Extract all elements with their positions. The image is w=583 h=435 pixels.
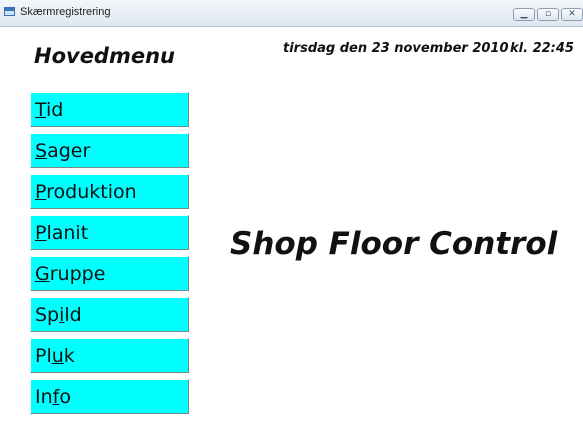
menu-button-planit[interactable]: Planit <box>30 215 189 250</box>
menu-button-pluk[interactable]: Pluk <box>30 338 189 373</box>
menu-button-produktion[interactable]: Produktion <box>30 174 189 209</box>
menu-button-info[interactable]: Info <box>30 379 189 414</box>
brand-title: Shop Floor Control <box>230 226 558 262</box>
menu-button-label: Tid <box>35 99 64 121</box>
menu-button-label: Info <box>35 386 71 408</box>
menu-button-sager[interactable]: Sager <box>30 133 189 168</box>
maximize-button[interactable]: ▫ <box>537 8 559 21</box>
menu-button-label: Pluk <box>35 345 75 367</box>
app-icon <box>4 7 15 16</box>
window-titlebar: Skærmregistrering ▁ ▫ ✕ <box>0 0 583 27</box>
menu-button-label: Produktion <box>35 181 137 203</box>
menu-button-label: Spild <box>35 304 82 326</box>
close-button[interactable]: ✕ <box>561 8 583 21</box>
menu-button-label: Sager <box>35 140 91 162</box>
menu-button-gruppe[interactable]: Gruppe <box>30 256 189 291</box>
menu-button-tid[interactable]: Tid <box>30 92 189 127</box>
date-label: tirsdag den 23 november 2010 <box>283 41 509 56</box>
page-title: Hovedmenu <box>34 44 175 68</box>
time-label: kl. 22:45 <box>510 41 574 56</box>
close-icon: ✕ <box>568 9 576 19</box>
minimize-button[interactable]: ▁ <box>513 8 535 21</box>
menu-button-label: Gruppe <box>35 263 106 285</box>
maximize-icon: ▫ <box>544 9 552 19</box>
minimize-icon: ▁ <box>520 9 528 19</box>
menu-button-spild[interactable]: Spild <box>30 297 189 332</box>
menu-button-label: Planit <box>35 222 89 244</box>
window-title: Skærmregistrering <box>20 6 111 18</box>
